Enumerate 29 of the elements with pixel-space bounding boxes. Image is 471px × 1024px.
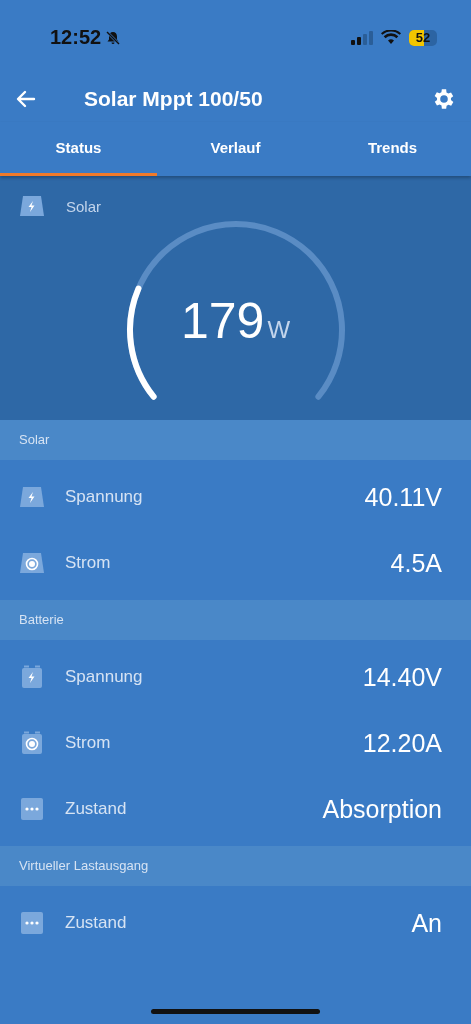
tab[interactable]: Trends xyxy=(314,122,471,176)
more-dots-icon xyxy=(18,797,46,821)
row-label: Zustand xyxy=(65,913,128,933)
section-header: Solar xyxy=(0,420,471,460)
gauge-label: Solar xyxy=(66,197,102,215)
wifi-icon xyxy=(381,30,401,45)
row-label: Strom xyxy=(65,553,112,573)
solar-panel-icon xyxy=(18,194,46,218)
row-label: Zustand xyxy=(65,799,128,819)
power-unit: W xyxy=(267,316,291,344)
row-value: 14.40V xyxy=(362,662,442,692)
screen-title: Solar Mppt 100/50 xyxy=(84,86,264,111)
row-label: Strom xyxy=(65,733,112,753)
tab[interactable]: Verlauf xyxy=(157,122,314,176)
section-header: Virtueller Lastausgang xyxy=(0,846,471,886)
row-value: An xyxy=(411,908,442,938)
panel-bolt-icon xyxy=(18,485,46,509)
section-header: Batterie xyxy=(0,600,471,640)
clock-time: 12:52 xyxy=(50,26,102,49)
row-value: Absorption xyxy=(322,794,442,824)
row-label: Spannung xyxy=(65,667,144,687)
bell-muted-icon xyxy=(105,29,122,46)
row-value: 4.5A xyxy=(390,548,442,578)
signal-icon xyxy=(351,30,373,45)
row-label: Spannung xyxy=(65,487,144,507)
row-value: 12.20A xyxy=(362,728,442,758)
more-dots-icon xyxy=(18,911,46,935)
row-value: 40.11V xyxy=(364,482,442,512)
power-value: 179 xyxy=(180,292,265,350)
